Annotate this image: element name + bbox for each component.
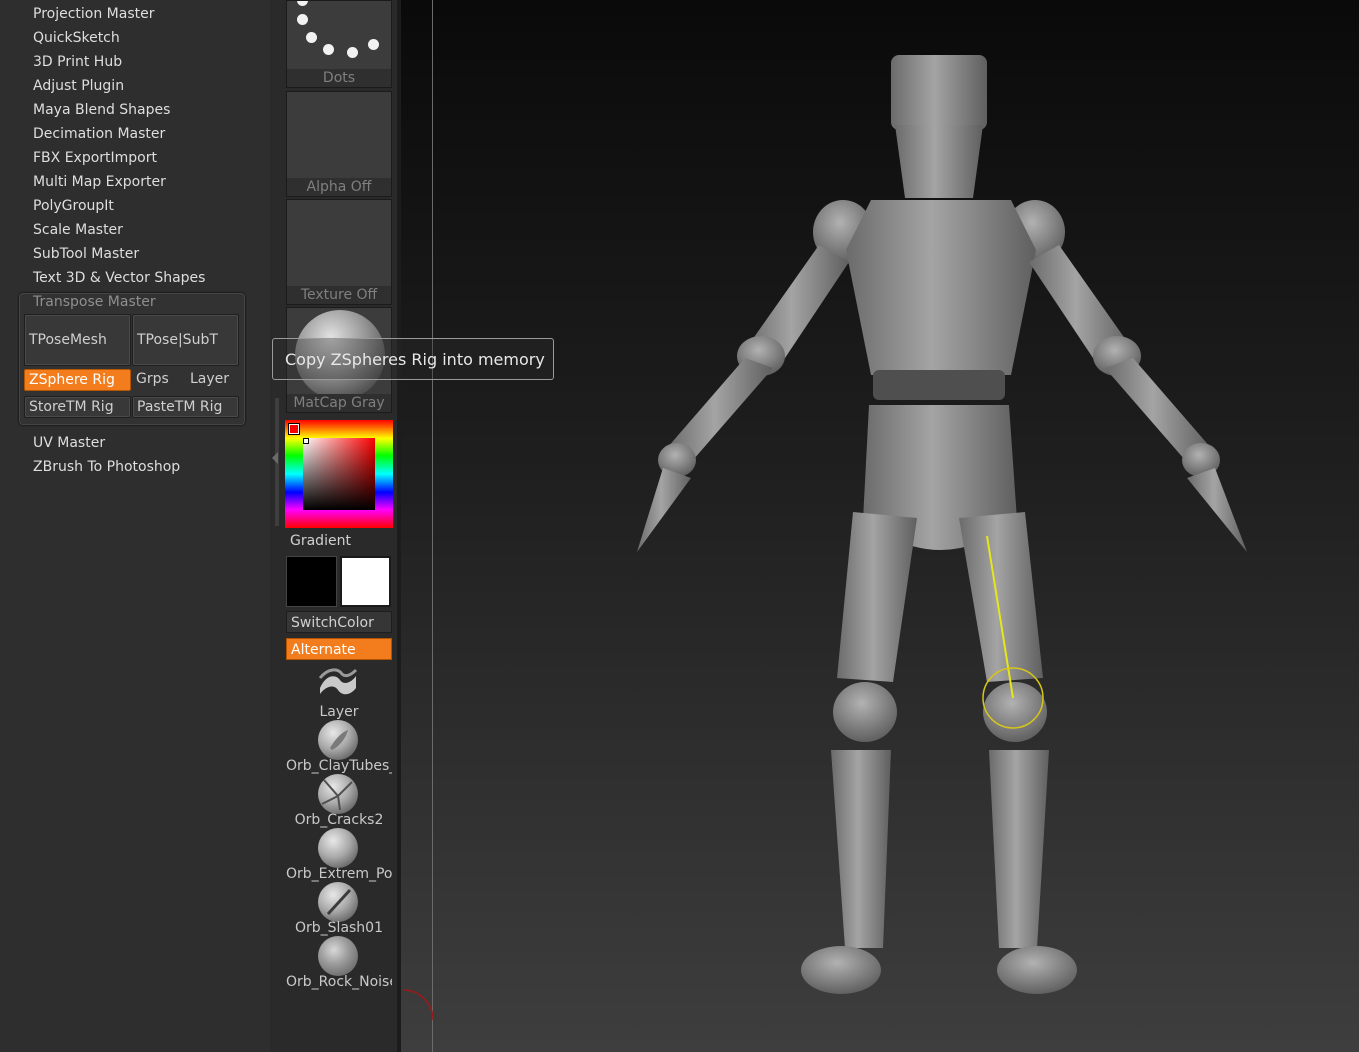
model-shin-left (989, 750, 1049, 948)
tpose-subt-button[interactable]: TPose|SubT (132, 314, 239, 366)
plugin-item-uv-master[interactable]: UV Master (33, 433, 105, 453)
transpose-master-panel: Transpose Master TPoseMesh TPose|SubT ZS… (19, 293, 245, 425)
plugin-item-adjust-plugin[interactable]: Adjust Plugin (33, 76, 124, 96)
plugin-item-polygroupit[interactable]: PolyGroupIt (33, 196, 114, 216)
model-hand-left (1187, 468, 1247, 552)
model-chest (846, 200, 1036, 375)
model-thigh-left (959, 512, 1043, 682)
model-head-top (891, 55, 987, 130)
stroke-dot-icon (297, 1, 308, 6)
plugin-item-projection-master[interactable]: Projection Master (33, 4, 155, 24)
left-shelf: Dots Alpha Off Texture Off MatCap Gray G… (270, 0, 397, 1052)
hue-marker[interactable] (289, 424, 299, 434)
brush-label: Orb_Slash01 (295, 920, 383, 936)
grps-toggle[interactable]: Grps (132, 369, 182, 391)
model-waist (873, 370, 1005, 400)
texture-label: Texture Off (287, 286, 391, 304)
brush-orb-slash01[interactable]: Orb_Slash01 (286, 882, 392, 936)
shelf-collapse-arrow-icon[interactable] (272, 452, 278, 464)
stroke-dot-icon (368, 39, 379, 50)
stroke-dot-icon (347, 47, 358, 58)
plugin-item-decimation-master[interactable]: Decimation Master (33, 124, 165, 144)
model-knee-left (983, 682, 1047, 742)
plugin-item-subtool-master[interactable]: SubTool Master (33, 244, 139, 264)
alpha-label: Alpha Off (287, 178, 391, 196)
color-saturation-square[interactable] (303, 438, 375, 510)
brush-layer[interactable]: Layer (286, 666, 392, 720)
main-color-swatch[interactable] (286, 556, 337, 607)
stroke-label: Dots (287, 69, 391, 87)
storetm-rig-button[interactable]: StoreTM Rig (24, 396, 131, 418)
canvas-marker (402, 989, 434, 1021)
rock-noise-brush-icon (318, 936, 358, 976)
plugin-item-scale-master[interactable]: Scale Master (33, 220, 123, 240)
stroke-dot-icon (323, 44, 334, 55)
plugin-item-multi-map-exporter[interactable]: Multi Map Exporter (33, 172, 166, 192)
claytubes-brush-icon (318, 720, 358, 760)
brush-orb-claytubes[interactable]: Orb_ClayTubes_ (286, 720, 392, 774)
plugin-item-3d-print-hub[interactable]: 3D Print Hub (33, 52, 122, 72)
secondary-color-swatch[interactable] (340, 556, 391, 607)
stroke-selector[interactable]: Dots (286, 0, 392, 88)
brush-label: Orb_Rock_Noise (286, 974, 392, 990)
model-head (895, 125, 983, 198)
brush-label: Orb_Extrem_Pol (286, 866, 392, 882)
brush-label: Orb_Cracks2 (294, 812, 384, 828)
model-thigh-right (837, 512, 917, 682)
color-marker[interactable] (303, 438, 309, 444)
extrem-polish-brush-icon (318, 828, 358, 868)
alpha-selector[interactable]: Alpha Off (286, 91, 392, 197)
plugin-menu: Projection Master QuickSketch 3D Print H… (0, 0, 270, 1052)
gradient-toggle[interactable]: Gradient (286, 530, 392, 552)
model-shin-right (831, 750, 891, 948)
model-foot-left (997, 946, 1077, 994)
mannequin-model[interactable] (401, 0, 1359, 1052)
color-picker[interactable] (285, 420, 393, 528)
slash-brush-icon (318, 882, 358, 922)
stroke-dot-icon (306, 32, 317, 43)
pastetm-rig-button[interactable]: PasteTM Rig (132, 396, 239, 418)
transpose-master-title[interactable]: Transpose Master (33, 294, 156, 311)
tooltip: Copy ZSpheres Rig into memory (272, 338, 554, 380)
plugin-item-maya-blend-shapes[interactable]: Maya Blend Shapes (33, 100, 170, 120)
switch-color-button[interactable]: SwitchColor (286, 611, 392, 633)
alternate-button[interactable]: Alternate (286, 638, 392, 660)
brush-orb-cracks2[interactable]: Orb_Cracks2 (286, 774, 392, 828)
model-foot-right (801, 946, 881, 994)
zsphere-rig-button[interactable]: ZSphere Rig (24, 369, 131, 391)
brush-label: Layer (319, 704, 359, 720)
plugin-item-text-3d-vector-shapes[interactable]: Text 3D & Vector Shapes (33, 268, 205, 288)
model-knee-right (833, 682, 897, 742)
layer-brush-icon (318, 666, 358, 706)
canvas-viewport[interactable] (401, 0, 1359, 1052)
plugin-item-fbx-exportimport[interactable]: FBX ExportImport (33, 148, 157, 168)
brush-orb-rock-noise[interactable]: Orb_Rock_Noise (286, 936, 392, 990)
plugin-item-zbrush-to-photoshop[interactable]: ZBrush To Photoshop (33, 457, 180, 477)
model-hand-right (637, 468, 691, 552)
brush-label: Orb_ClayTubes_ (286, 758, 392, 774)
plugin-item-quicksketch[interactable]: QuickSketch (33, 28, 120, 48)
stroke-dot-icon (297, 14, 308, 25)
tposemesh-button[interactable]: TPoseMesh (24, 314, 131, 366)
cracks-brush-icon (318, 774, 358, 814)
texture-selector[interactable]: Texture Off (286, 199, 392, 305)
brush-orb-extrem-pol[interactable]: Orb_Extrem_Pol (286, 828, 392, 882)
layer-toggle[interactable]: Layer (186, 369, 238, 391)
material-label: MatCap Gray (287, 394, 391, 412)
